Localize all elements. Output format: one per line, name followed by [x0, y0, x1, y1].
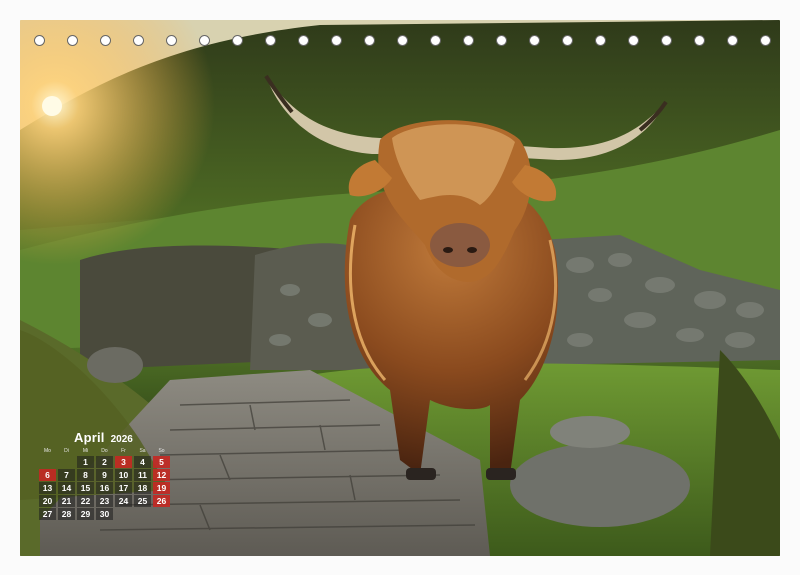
calendar-empty-cell	[39, 456, 56, 468]
binding-hole	[595, 35, 606, 46]
calendar-day: 13	[39, 482, 56, 494]
weekday-label: Di	[64, 448, 69, 454]
calendar-day: 30	[96, 508, 113, 520]
calendar-day: 2	[96, 456, 113, 468]
calendar-day: 3	[115, 456, 132, 468]
weekday-label: Mi	[82, 448, 89, 454]
binding-hole	[727, 35, 738, 46]
calendar-day: 12	[153, 469, 170, 481]
calendar-day: 7	[58, 469, 75, 481]
calendar-day: 19	[153, 482, 170, 494]
calendar-day: 1	[77, 456, 94, 468]
binding-hole	[331, 35, 342, 46]
binding-holes	[0, 35, 800, 49]
binding-hole	[694, 35, 705, 46]
calendar-empty-cell	[153, 508, 170, 520]
weekday-row: Mo Di Mi Do Fr Sa So	[38, 448, 180, 454]
calendar-day: 9	[96, 469, 113, 481]
binding-hole	[397, 35, 408, 46]
weekday-label: Fr	[121, 448, 126, 454]
calendar-empty-cell	[134, 508, 151, 520]
calendar-day: 24	[115, 495, 132, 507]
calendar-page: April 2026 Mo Di Mi Do Fr Sa So 12345678…	[0, 0, 800, 575]
calendar-day: 8	[77, 469, 94, 481]
binding-hole	[265, 35, 276, 46]
binding-hole	[166, 35, 177, 46]
weekday-label: Do	[101, 448, 108, 454]
calendar-grid: 1 2 3 4 5 6 7 8 9 10 11 12 13 14 15 16 17 18 19 20 21 22 23 24 2…	[38, 456, 180, 520]
calendar-day: 27	[39, 508, 56, 520]
calendar-day: 21	[58, 495, 75, 507]
calendar-day: 17	[115, 482, 132, 494]
binding-hole	[661, 35, 672, 46]
calendar-empty-cell	[115, 508, 132, 520]
binding-hole	[628, 35, 639, 46]
calendar-day: 20	[39, 495, 56, 507]
calendar-day: 10	[115, 469, 132, 481]
calendar-day: 15	[77, 482, 94, 494]
calendar-day: 6	[39, 469, 56, 481]
binding-hole	[760, 35, 771, 46]
binding-hole	[496, 35, 507, 46]
binding-hole	[364, 35, 375, 46]
binding-hole	[232, 35, 243, 46]
calendar-empty-cell	[58, 456, 75, 468]
binding-hole	[67, 35, 78, 46]
weekday-label: Sa	[139, 448, 146, 454]
calendar-month: April	[74, 430, 105, 445]
calendar-day: 11	[134, 469, 151, 481]
calendar-day: 14	[58, 482, 75, 494]
calendar-day: 4	[134, 456, 151, 468]
calendar-day: 26	[153, 495, 170, 507]
binding-hole	[100, 35, 111, 46]
binding-hole	[562, 35, 573, 46]
binding-hole	[199, 35, 210, 46]
binding-hole	[529, 35, 540, 46]
calendar-day: 29	[77, 508, 94, 520]
calendar-day: 18	[134, 482, 151, 494]
binding-hole	[34, 35, 45, 46]
calendar-day: 5	[153, 456, 170, 468]
binding-hole	[298, 35, 309, 46]
calendar-day: 28	[58, 508, 75, 520]
calendar-day: 22	[77, 495, 94, 507]
binding-hole	[430, 35, 441, 46]
calendar-day: 25	[134, 495, 151, 507]
weekday-label: Mo	[44, 448, 51, 454]
month-calendar: April 2026 Mo Di Mi Do Fr Sa So 12345678…	[38, 430, 180, 520]
calendar-day: 16	[96, 482, 113, 494]
calendar-header: April 2026	[74, 430, 180, 445]
binding-hole	[463, 35, 474, 46]
calendar-year: 2026	[110, 434, 133, 445]
binding-hole	[133, 35, 144, 46]
calendar-day: 23	[96, 495, 113, 507]
weekday-label: So	[158, 448, 165, 454]
